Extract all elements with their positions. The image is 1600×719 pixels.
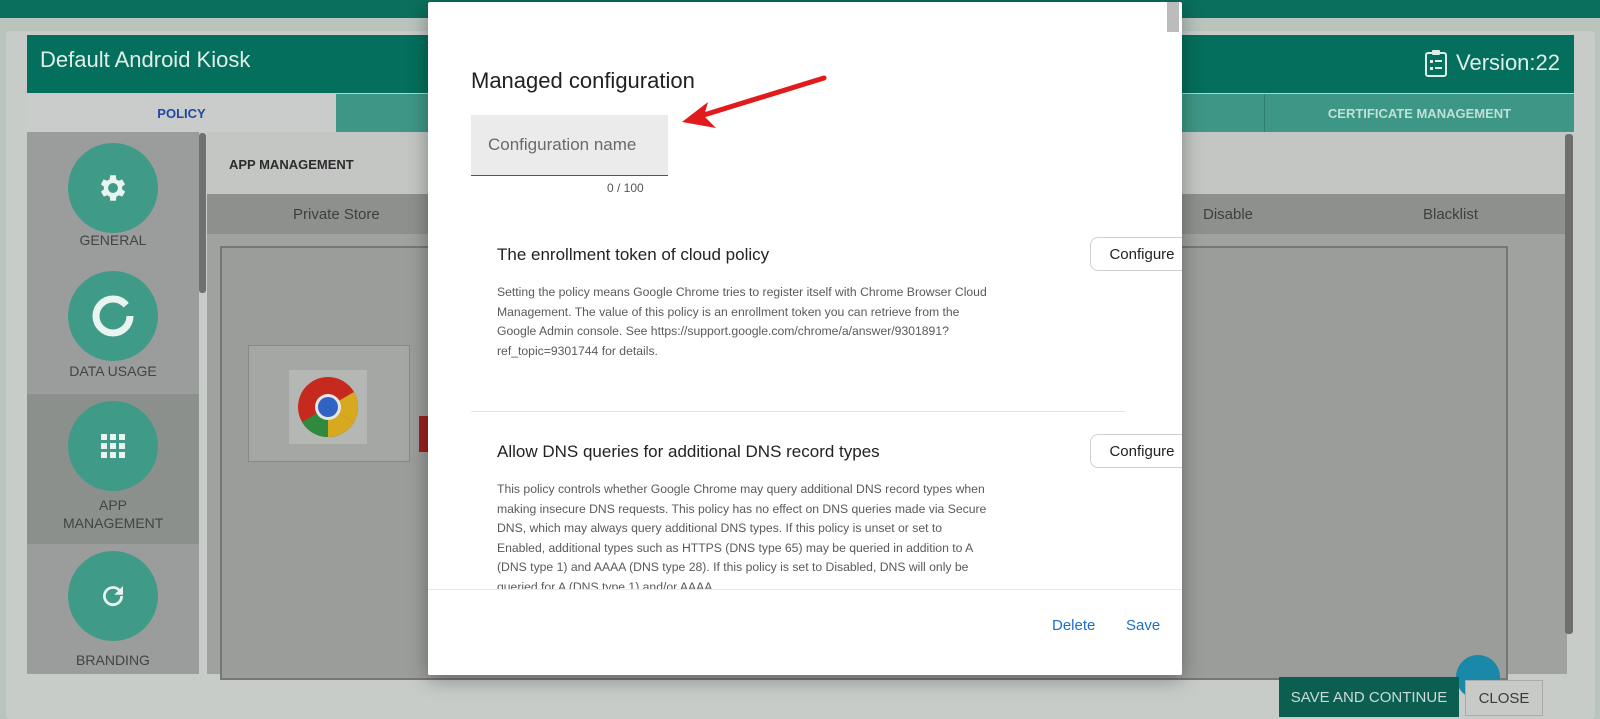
sidebar-item-app-management[interactable]: APP MANAGEMENT bbox=[27, 394, 199, 544]
dialog-scrollbar[interactable] bbox=[1167, 2, 1179, 32]
configuration-name-input[interactable] bbox=[471, 115, 668, 175]
sidebar-item-data-usage[interactable]: DATA USAGE bbox=[27, 263, 199, 394]
tab-certificate-management[interactable]: CERTIFICATE MANAGEMENT bbox=[1264, 94, 1574, 132]
sidebar-item-branding[interactable]: BRANDING bbox=[27, 544, 199, 674]
close-button[interactable]: CLOSE bbox=[1465, 680, 1543, 716]
gear-icon bbox=[68, 143, 158, 233]
configure-button[interactable]: Configure bbox=[1090, 434, 1182, 468]
app-card[interactable] bbox=[248, 345, 410, 462]
save-button[interactable]: Save bbox=[1120, 616, 1166, 635]
sidebar-item-label: BRANDING bbox=[76, 652, 150, 668]
red-arrow-icon bbox=[682, 75, 827, 128]
grid-icon bbox=[68, 401, 158, 491]
sidebar-item-general[interactable]: GENERAL bbox=[27, 132, 199, 263]
sidebar-item-label: APP MANAGEMENT bbox=[63, 497, 164, 531]
section-title: APP MANAGEMENT bbox=[229, 157, 354, 172]
subtab-blacklist[interactable]: Blacklist bbox=[1423, 206, 1478, 223]
tab-policy[interactable]: POLICY bbox=[27, 94, 336, 132]
page-title: Default Android Kiosk bbox=[40, 47, 251, 72]
chrome-logo-icon bbox=[289, 370, 367, 444]
version-indicator: Version:22 bbox=[1424, 49, 1560, 77]
configure-button[interactable]: Configure bbox=[1090, 237, 1182, 271]
policy-dns-record-types: Allow DNS queries for additional DNS rec… bbox=[497, 434, 1182, 594]
dialog-title: Managed configuration bbox=[471, 68, 695, 93]
sidebar-item-label: DATA USAGE bbox=[69, 363, 157, 379]
clipboard-icon bbox=[1425, 50, 1448, 77]
policy-enrollment-token: The enrollment token of cloud policy Set… bbox=[497, 237, 1182, 358]
sidebar: GENERAL DATA USAGE APP MANAGEMENT BRANDI… bbox=[27, 132, 199, 674]
page-scrollbar[interactable] bbox=[1565, 134, 1573, 634]
managed-configuration-dialog: Managed configuration 0 / 100 The enroll… bbox=[428, 2, 1182, 675]
divider bbox=[471, 411, 1125, 412]
subtab-disable[interactable]: Disable bbox=[1203, 206, 1253, 223]
donut-icon bbox=[68, 271, 158, 361]
character-counter: 0 / 100 bbox=[607, 181, 644, 195]
policy-description: This policy controls whether Google Chro… bbox=[497, 482, 987, 594]
policy-title: Allow DNS queries for additional DNS rec… bbox=[497, 442, 880, 461]
save-and-continue-button[interactable]: SAVE AND CONTINUE bbox=[1279, 677, 1459, 717]
sidebar-item-label: GENERAL bbox=[79, 232, 147, 248]
version-label: Version:22 bbox=[1456, 50, 1560, 75]
refresh-icon bbox=[68, 551, 158, 641]
subtab-private-store[interactable]: Private Store bbox=[293, 206, 380, 223]
dialog-footer: Delete Save bbox=[428, 589, 1182, 675]
sidebar-scrollbar[interactable] bbox=[199, 133, 206, 293]
policy-description: Setting the policy means Google Chrome t… bbox=[497, 285, 987, 358]
policy-title: The enrollment token of cloud policy bbox=[497, 245, 770, 264]
delete-button[interactable]: Delete bbox=[1046, 616, 1101, 635]
configuration-name-field[interactable] bbox=[471, 115, 668, 176]
